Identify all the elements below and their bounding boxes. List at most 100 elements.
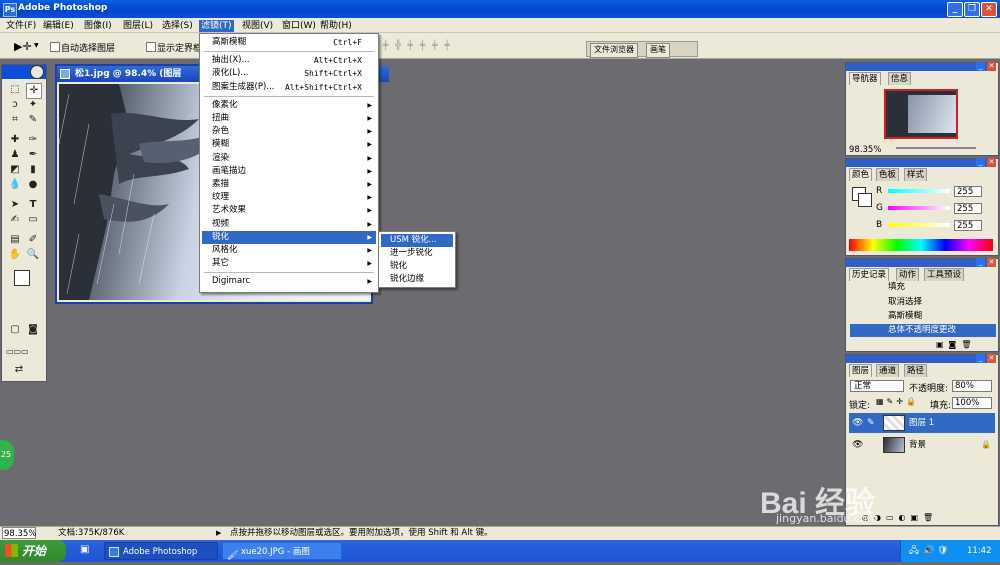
filter-menu-item[interactable]: 抽出(X)... Alt+Ctrl+X bbox=[202, 54, 376, 67]
filter-menu-item[interactable]: 渲染 ▶ bbox=[202, 152, 376, 165]
tab-channels[interactable]: 通道 bbox=[876, 364, 900, 377]
history-item-selected[interactable]: 总体不透明度更改 bbox=[850, 324, 996, 337]
eye-icon[interactable]: 👁 bbox=[852, 413, 863, 433]
move-tool-icon[interactable]: ✛ bbox=[26, 83, 42, 99]
filter-menu-item[interactable]: 其它 ▶ bbox=[202, 257, 376, 270]
notes-tool-icon[interactable]: ▤ bbox=[8, 233, 22, 247]
close-palette-button[interactable]: ✕ bbox=[987, 258, 996, 267]
blend-mode-select[interactable]: 正常 bbox=[850, 380, 904, 392]
brush-tool-icon[interactable]: ✑ bbox=[26, 133, 40, 147]
layer-name[interactable]: 背景 bbox=[909, 435, 926, 455]
layer-row[interactable]: 👁 ✎ 图层 1 bbox=[849, 413, 995, 433]
filter-menu-item[interactable]: 视频 ▶ bbox=[202, 218, 376, 231]
pen-tool-icon[interactable]: ✍ bbox=[8, 213, 22, 227]
close-palette-button[interactable]: ✕ bbox=[987, 158, 996, 167]
minimize-palette-button[interactable]: _ bbox=[976, 258, 985, 267]
side-badge[interactable]: 25 bbox=[0, 440, 14, 470]
history-brush-icon[interactable]: ✒ bbox=[26, 148, 40, 162]
filter-menu-item[interactable]: Digimarc ▶ bbox=[202, 275, 376, 288]
network-icon[interactable]: 🖧 bbox=[909, 540, 919, 562]
green-value[interactable]: 255 bbox=[954, 203, 982, 214]
standard-mode-icon[interactable]: ▢ bbox=[8, 323, 22, 337]
screen-mode-icon[interactable]: ▭▭▭ bbox=[6, 345, 29, 359]
layer-name[interactable]: 图层 1 bbox=[909, 413, 934, 433]
red-slider[interactable] bbox=[888, 189, 950, 193]
status-doc-size[interactable]: 文档:375K/876K bbox=[58, 527, 124, 540]
filter-menu-item[interactable]: 风格化 ▶ bbox=[202, 244, 376, 257]
status-zoom[interactable]: 98.35% bbox=[2, 527, 36, 539]
tab-navigator[interactable]: 导航器 bbox=[849, 72, 881, 85]
zoom-slider[interactable] bbox=[896, 147, 976, 149]
brush-icon[interactable]: ✎ bbox=[867, 413, 875, 433]
filter-menu-item[interactable]: 纹理 ▶ bbox=[202, 191, 376, 204]
menu-view[interactable]: 视图(V) bbox=[240, 20, 275, 32]
filter-menu-item[interactable]: 素描 ▶ bbox=[202, 178, 376, 191]
sharpen-submenu-item[interactable]: USM 锐化... bbox=[381, 234, 453, 247]
layer-row[interactable]: 👁 背景 🔒 bbox=[849, 435, 995, 455]
minimize-button[interactable]: _ bbox=[947, 2, 963, 17]
slice-tool-icon[interactable]: ✎ bbox=[26, 113, 40, 127]
menu-select[interactable]: 选择(S) bbox=[160, 20, 195, 32]
restore-button[interactable]: ❐ bbox=[964, 2, 980, 17]
menu-filter[interactable]: 滤镜(T) bbox=[199, 20, 234, 32]
play-icon[interactable]: ▶ bbox=[216, 527, 221, 540]
foreground-color-swatch[interactable] bbox=[14, 270, 30, 286]
close-palette-button[interactable]: ✕ bbox=[987, 62, 996, 71]
history-item[interactable]: 填充 bbox=[850, 281, 996, 294]
taskbar-item-photoshop[interactable]: Adobe Photoshop bbox=[104, 542, 218, 560]
menu-file[interactable]: 文件(F) bbox=[4, 20, 38, 32]
show-desktop-icon[interactable]: ▣ bbox=[80, 544, 89, 555]
tab-layers[interactable]: 图层 bbox=[849, 364, 873, 377]
blue-value[interactable]: 255 bbox=[954, 220, 982, 231]
tab-tool-presets[interactable]: 工具预设 bbox=[924, 268, 965, 281]
filter-menu-item[interactable]: 模糊 ▶ bbox=[202, 138, 376, 151]
shape-tool-icon[interactable]: ▭ bbox=[26, 213, 40, 227]
filter-menu-item[interactable]: 高斯模糊 Ctrl+F bbox=[202, 36, 376, 49]
tab-styles[interactable]: 样式 bbox=[904, 168, 928, 181]
filter-menu-item[interactable]: 图案生成器(P)... Alt+Shift+Ctrl+X bbox=[202, 81, 376, 94]
quick-mask-icon[interactable]: ◙ bbox=[26, 323, 40, 337]
filter-menu-item[interactable]: 扭曲 ▶ bbox=[202, 112, 376, 125]
filter-menu-item[interactable]: 画笔描边 ▶ bbox=[202, 165, 376, 178]
gradient-tool-icon[interactable]: ▮ bbox=[26, 163, 40, 177]
close-button[interactable]: ✕ bbox=[981, 2, 997, 17]
clock[interactable]: 11:42 bbox=[967, 540, 992, 562]
auto-select-checkbox[interactable] bbox=[50, 42, 60, 52]
filter-menu-item[interactable]: 液化(L)... Shift+Ctrl+X bbox=[202, 67, 376, 80]
lock-icons[interactable]: ▦✎✛🔒 bbox=[876, 397, 919, 406]
zoom-tool-icon[interactable]: 🔍 bbox=[26, 248, 40, 262]
filter-menu-item[interactable]: 杂色 ▶ bbox=[202, 125, 376, 138]
chevron-down-icon[interactable]: ▼ bbox=[34, 42, 39, 49]
minimize-palette-button[interactable]: _ bbox=[976, 158, 985, 167]
dodge-tool-icon[interactable]: ● bbox=[26, 178, 40, 192]
minimize-palette-button[interactable]: _ bbox=[976, 354, 985, 363]
menu-layer[interactable]: 图层(L) bbox=[121, 20, 155, 32]
sharpen-submenu-item[interactable]: 锐化边缘 bbox=[381, 273, 453, 286]
healing-brush-icon[interactable]: ✚ bbox=[8, 133, 22, 147]
crop-tool-icon[interactable]: ⌗ bbox=[8, 113, 22, 127]
eye-icon[interactable]: 👁 bbox=[852, 435, 863, 455]
path-selection-icon[interactable]: ➤ bbox=[8, 198, 22, 212]
tab-file-browser[interactable]: 文件浏览器 bbox=[590, 43, 638, 58]
blur-tool-icon[interactable]: 💧 bbox=[8, 178, 22, 192]
tab-history[interactable]: 历史记录 bbox=[849, 268, 890, 281]
eraser-tool-icon[interactable]: ◩ bbox=[8, 163, 22, 177]
red-value[interactable]: 255 bbox=[954, 186, 982, 197]
show-bounds-checkbox[interactable] bbox=[146, 42, 156, 52]
eyedropper-icon[interactable]: ✐ bbox=[26, 233, 40, 247]
lasso-tool-icon[interactable]: ↄ bbox=[8, 98, 22, 112]
jump-to-imageready-icon[interactable]: ⇄ bbox=[12, 363, 26, 377]
type-tool-icon[interactable]: T bbox=[26, 198, 40, 212]
filter-menu-item[interactable]: 艺术效果 ▶ bbox=[202, 204, 376, 217]
tab-brushes[interactable]: 画笔 bbox=[646, 43, 670, 58]
menu-image[interactable]: 图像(I) bbox=[82, 20, 114, 32]
magic-wand-icon[interactable]: ✦ bbox=[26, 98, 40, 112]
speaker-icon[interactable]: 🔊 bbox=[923, 540, 934, 562]
start-button[interactable]: 开始 bbox=[0, 540, 66, 562]
fill-field[interactable]: 100% bbox=[952, 397, 992, 409]
blue-slider[interactable] bbox=[888, 223, 950, 227]
tab-color[interactable]: 颜色 bbox=[849, 168, 873, 181]
filter-menu-item[interactable]: 像素化 ▶ bbox=[202, 99, 376, 112]
tab-swatches[interactable]: 色板 bbox=[876, 168, 900, 181]
align-icons[interactable]: ╪ ╬ ╪ ╪ ╪ ╪ bbox=[383, 41, 452, 51]
